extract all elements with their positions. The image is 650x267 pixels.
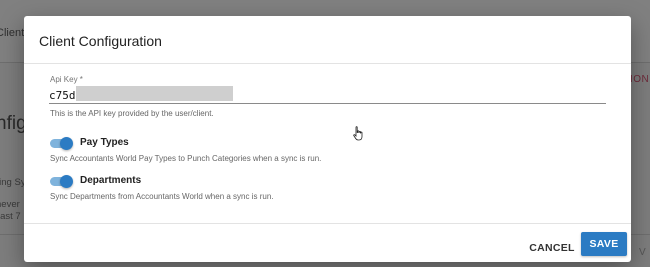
api-key-help-text: This is the API key provided by the user… — [50, 109, 214, 118]
departments-label: Departments — [80, 175, 142, 186]
pay-types-toggle[interactable] — [50, 137, 73, 150]
dialog-divider — [24, 63, 631, 64]
departments-description: Sync Departments from Accountants World … — [50, 192, 274, 201]
toggle-knob — [60, 137, 73, 150]
save-button[interactable]: SAVE — [581, 232, 627, 256]
background-action-button: ION — [630, 74, 650, 85]
client-configuration-dialog: Client Configuration Api Key * This is t… — [24, 16, 631, 262]
toggle-knob — [60, 175, 73, 188]
hand-pointer-icon — [353, 126, 363, 141]
background-text-line: last 7 — [0, 211, 21, 222]
api-key-redaction — [76, 86, 233, 101]
api-key-underline — [49, 103, 606, 104]
dialog-footer-divider — [24, 223, 631, 224]
background-text-line: never — [0, 199, 20, 210]
dialog-title: Client Configuration — [39, 33, 162, 49]
background-text-line: ring Sy — [0, 177, 26, 188]
background-header-label: Client — [0, 27, 25, 39]
departments-toggle[interactable] — [50, 175, 73, 188]
cancel-button[interactable]: CANCEL — [525, 236, 579, 260]
api-key-label: Api Key * — [50, 75, 83, 84]
pay-types-description: Sync Accountants World Pay Types to Punc… — [50, 154, 322, 163]
pay-types-label: Pay Types — [80, 137, 129, 148]
background-footer-label: V — [639, 247, 646, 258]
